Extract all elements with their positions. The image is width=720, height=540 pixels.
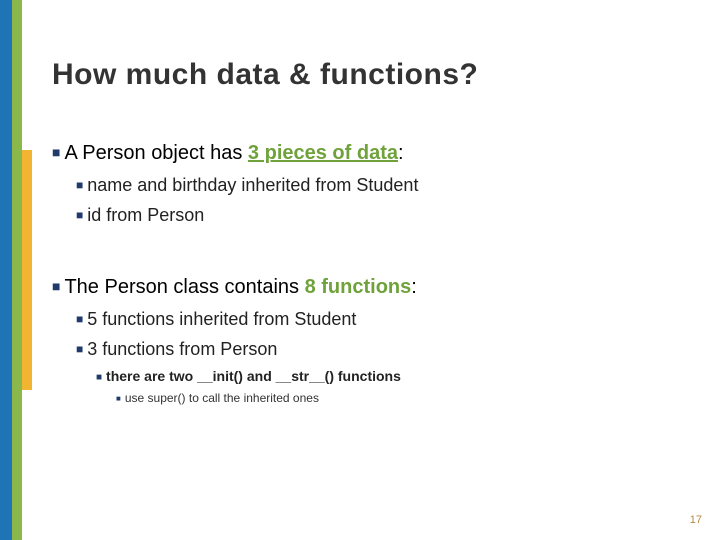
bullet-1-pre: A Person object has: [64, 142, 247, 164]
bullet-icon: ■: [76, 342, 83, 356]
page-number: 17: [690, 514, 702, 526]
bullet-1-post: :: [398, 142, 404, 164]
slide-title: How much data & functions?: [52, 58, 690, 92]
bullet-1-sub-1: ■ id from Person: [76, 203, 690, 227]
bullet-icon: ■: [76, 208, 83, 222]
bullet-1-sub-0-text: name and birthday inherited from Student: [87, 175, 418, 195]
bullet-2-sub-1: ■ 3 functions from Person: [76, 337, 690, 361]
bullet-2-highlight: 8 functions: [305, 276, 412, 298]
stripe-blue: [0, 0, 12, 540]
bullet-icon: ■: [76, 178, 83, 192]
bullet-2: ■The Person class contains 8 functions:: [52, 274, 690, 301]
bullet-2-sub-1-text: 3 functions from Person: [87, 339, 277, 359]
bullet-2-sub-sub: ■ there are two __init() and __str__() fu…: [96, 367, 690, 386]
bullet-icon: ■: [76, 312, 83, 326]
bullet-2-sub-0-text: 5 functions inherited from Student: [87, 309, 356, 329]
bullet-icon: ■: [52, 144, 60, 160]
bullet-1-sub-0: ■ name and birthday inherited from Studen…: [76, 173, 690, 197]
bullet-2-sub-sub-text: there are two __init() and __str__() fun…: [106, 368, 401, 384]
bullet-1: ■A Person object has 3 pieces of data:: [52, 140, 690, 167]
bullet-icon: ■: [52, 278, 60, 294]
bullet-icon: ■: [96, 372, 102, 383]
bullet-2-pre: The Person class contains: [64, 276, 304, 298]
slide-content: How much data & functions? ■A Person obj…: [52, 58, 690, 406]
bullet-2-sub-sub-sub-text: use super() to call the inherited ones: [125, 391, 319, 405]
bullet-2-sub-0: ■ 5 functions inherited from Student: [76, 307, 690, 331]
bullet-2-post: :: [411, 276, 417, 298]
bullet-1-sub-1-text: id from Person: [87, 205, 204, 225]
bullet-2-sub-sub-sub: ■ use super() to call the inherited ones: [116, 390, 690, 406]
bullet-1-highlight: 3 pieces of data: [248, 142, 398, 164]
bullet-icon: ■: [116, 394, 121, 403]
